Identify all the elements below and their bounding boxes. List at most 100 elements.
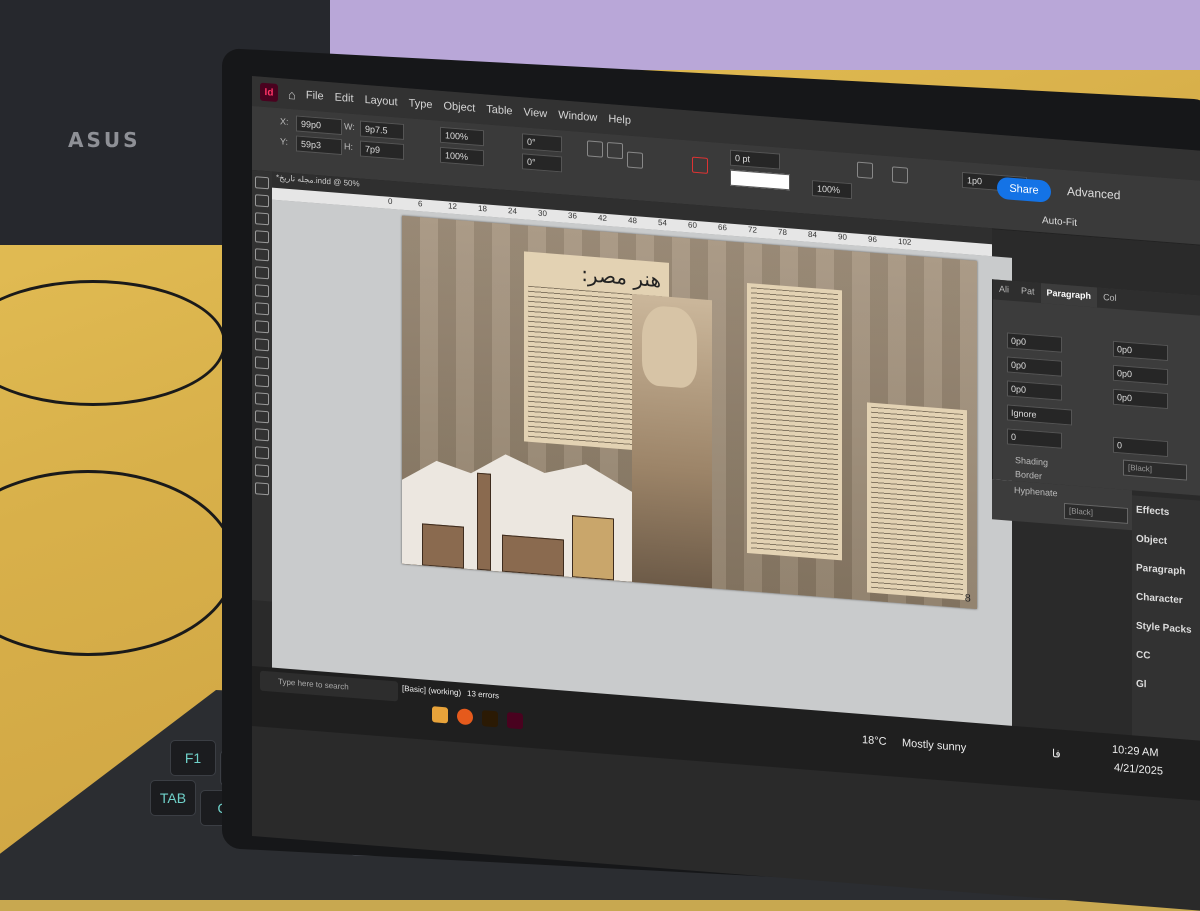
p-icon[interactable] (627, 151, 643, 169)
share-button[interactable]: Share (997, 176, 1051, 203)
note-tool-icon[interactable] (255, 410, 269, 424)
opacity-field[interactable]: 100% (812, 180, 852, 200)
page-tool-icon[interactable] (255, 212, 269, 226)
x-field[interactable]: 99p0 (296, 115, 342, 136)
scale-x-field[interactable]: 100% (440, 126, 484, 147)
y-field[interactable]: 59p3 (296, 135, 342, 156)
illustrator-icon[interactable] (482, 710, 498, 728)
gap-tool-icon[interactable] (255, 230, 269, 244)
menu-layout[interactable]: Layout (365, 94, 398, 109)
hyphenate-checkbox[interactable]: Hyphenate (1014, 485, 1058, 498)
menu-table[interactable]: Table (486, 103, 512, 117)
text-frame-middle[interactable] (747, 282, 842, 561)
align-to-grid-select[interactable]: Ignore (1007, 404, 1072, 426)
gradient-tool-icon[interactable] (255, 392, 269, 406)
page-number: 8 (964, 593, 971, 605)
ruler-tick: 24 (508, 206, 517, 216)
tower-shape (477, 473, 491, 571)
menu-object[interactable]: Object (443, 100, 475, 115)
panel-gl[interactable]: Gl (1132, 669, 1200, 703)
workspace-switcher[interactable]: Advanced (1067, 184, 1120, 202)
rectangle-tool-icon[interactable] (255, 338, 269, 352)
menu-file[interactable]: File (306, 89, 324, 102)
ruler-tick: 72 (748, 225, 757, 235)
align-icon[interactable] (892, 166, 908, 184)
rectangle-frame-tool-icon[interactable] (255, 320, 269, 334)
laptop-screen: Id ⌂ File Edit Layout Type Object Table … (252, 76, 1200, 911)
taskbar-file-label[interactable]: [Basic] (working) (402, 684, 461, 698)
fill-stroke-icon[interactable] (255, 482, 269, 496)
w-field[interactable]: 9p7.5 (360, 120, 404, 140)
tab-color[interactable]: Col (1097, 288, 1123, 310)
pen-tool-icon[interactable] (255, 284, 269, 298)
tab-pathfinder[interactable]: Pat (1015, 281, 1041, 303)
space-before-field[interactable]: 0p0 (1007, 380, 1062, 401)
file-explorer-icon[interactable] (432, 706, 448, 724)
key: TAB (150, 780, 196, 816)
space-after-field[interactable]: 0p0 (1113, 388, 1168, 410)
scale-y-field[interactable]: 100% (440, 146, 484, 167)
rotation-field[interactable]: 0° (522, 133, 562, 153)
h-label: H: (344, 141, 353, 152)
indesign-taskbar-icon[interactable] (507, 712, 523, 730)
eyedropper-tool-icon[interactable] (255, 428, 269, 442)
body-text (871, 406, 963, 596)
first-line-indent-field[interactable]: 0p0 (1007, 356, 1062, 377)
direct-selection-tool-icon[interactable] (255, 194, 269, 208)
indesign-icon: Id (260, 82, 278, 103)
rotate-icon[interactable] (587, 140, 603, 158)
scissors-tool-icon[interactable] (255, 356, 269, 370)
zoom-tool-icon[interactable] (255, 464, 269, 478)
last-line-indent-field[interactable]: 0p0 (1113, 364, 1168, 386)
weather-desc[interactable]: Mostly sunny (902, 737, 966, 754)
preflight-errors[interactable]: 13 errors (467, 689, 499, 701)
autofit-checkbox[interactable]: Auto-Fit (1042, 215, 1077, 229)
tools-panel (252, 170, 272, 602)
ruler-tick: 36 (568, 210, 577, 221)
ruler-tick: 84 (808, 229, 817, 240)
keyboard-language[interactable]: فا (1052, 747, 1061, 761)
line-tool-icon[interactable] (255, 266, 269, 280)
menu-window[interactable]: Window (558, 109, 597, 124)
weather-temp[interactable]: 18°C (862, 734, 887, 748)
flip-icon[interactable] (607, 141, 623, 160)
tab-align[interactable]: Ali (993, 279, 1015, 301)
fx-icon[interactable] (857, 161, 873, 179)
pencil-tool-icon[interactable] (255, 302, 269, 316)
left-indent-field[interactable]: 0p0 (1007, 332, 1062, 353)
tab-paragraph[interactable]: Paragraph (1040, 283, 1098, 308)
clock-time[interactable]: 10:29 AM (1112, 744, 1158, 760)
drop-cap-chars-field[interactable]: 0 (1113, 436, 1168, 458)
mosque-shape (502, 535, 564, 577)
h-field[interactable]: 7p9 (360, 140, 404, 160)
menu-view[interactable]: View (524, 106, 548, 120)
right-indent-field[interactable]: 0p0 (1113, 340, 1168, 362)
stroke-type-select[interactable] (730, 169, 790, 191)
clock-date[interactable]: 4/21/2025 (1114, 762, 1163, 778)
menu-edit[interactable]: Edit (335, 92, 354, 105)
drop-cap-lines-field[interactable]: 0 (1007, 428, 1062, 449)
text-frame-right[interactable] (867, 402, 967, 601)
stroke-weight-field[interactable]: 0 pt (730, 149, 780, 170)
page-spread[interactable]: هنر مصر: 8 (402, 215, 977, 610)
border-color-swatch[interactable]: [Black] (1064, 502, 1128, 524)
shading-checkbox[interactable]: Shading (1015, 455, 1048, 468)
paragraph-panel: Ali Pat Paragraph Col 0p0 0p0 0p0 0p0 0p… (992, 279, 1200, 496)
hand-tool-icon[interactable] (255, 446, 269, 460)
ruler-tick: 0 (388, 196, 393, 207)
shading-color-swatch[interactable]: [Black] (1123, 459, 1187, 481)
sphinx-photo[interactable] (632, 293, 712, 589)
menu-help[interactable]: Help (608, 113, 631, 127)
type-tool-icon[interactable] (255, 248, 269, 262)
menu-type[interactable]: Type (409, 97, 433, 111)
firefox-icon[interactable] (457, 708, 473, 726)
taskbar-search[interactable]: Type here to search (260, 670, 398, 702)
shear-field[interactable]: 0° (522, 153, 562, 173)
free-transform-tool-icon[interactable] (255, 374, 269, 388)
border-checkbox[interactable]: Border (1015, 469, 1042, 481)
home-icon[interactable]: ⌂ (288, 86, 296, 102)
ruler-tick: 12 (448, 201, 457, 212)
fill-none-icon[interactable] (692, 156, 708, 174)
selection-tool-icon[interactable] (255, 176, 269, 190)
laptop-logo: ASUS (68, 128, 141, 152)
